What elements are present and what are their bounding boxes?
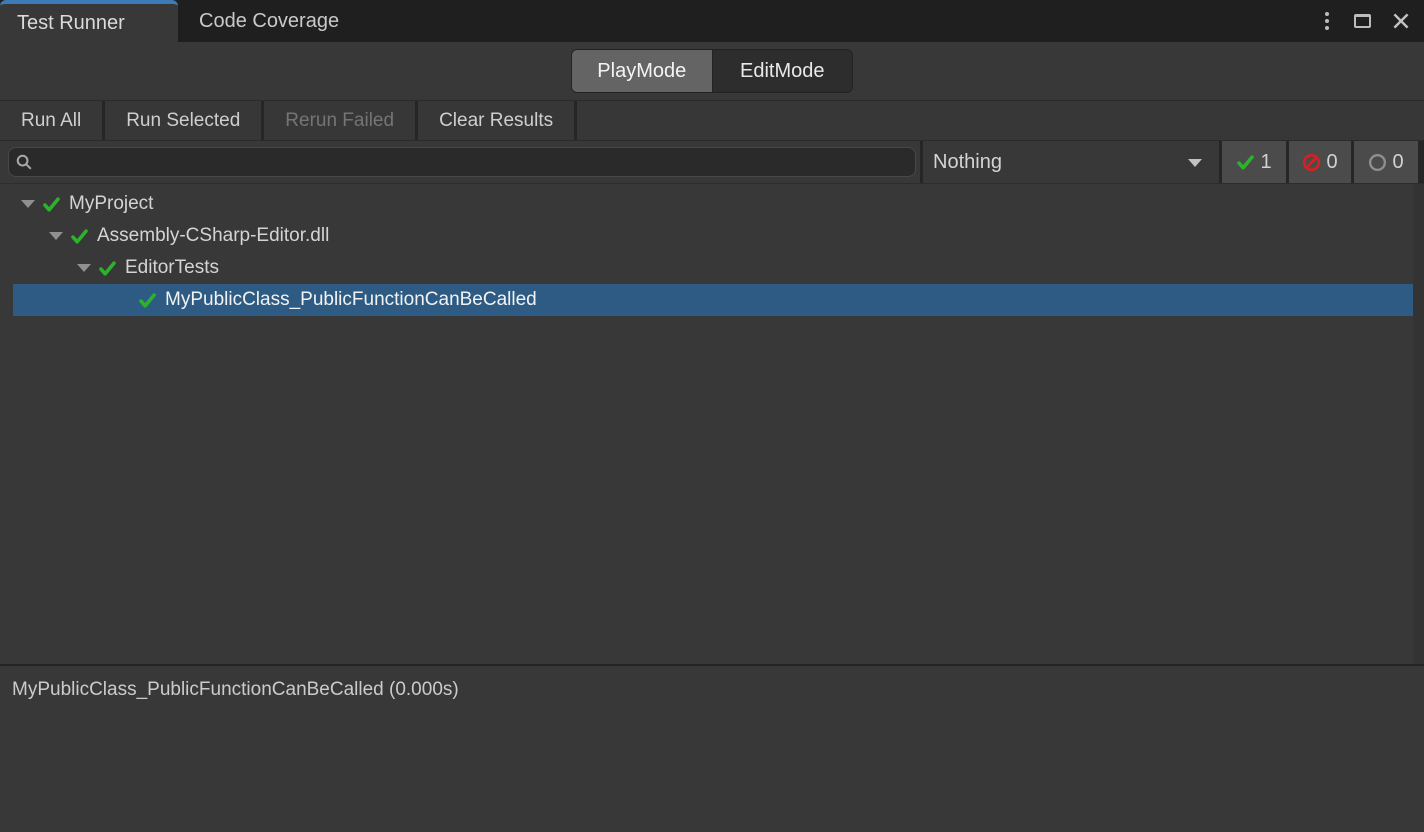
mode-toggle-group: PlayMode EditMode xyxy=(571,49,853,93)
run-toolbar: Run All Run Selected Rerun Failed Clear … xyxy=(0,100,1424,141)
test-result-summary: MyPublicClass_PublicFunctionCanBeCalled … xyxy=(12,679,1412,701)
toolbar-divider xyxy=(574,101,577,140)
tab-test-runner[interactable]: Test Runner xyxy=(0,0,178,42)
run-selected-button[interactable]: Run Selected xyxy=(105,101,261,140)
tree-row-label: Assembly-CSharp-Editor.dll xyxy=(97,225,329,247)
passed-check-icon xyxy=(138,291,157,310)
foldout-triangle-icon[interactable] xyxy=(45,232,70,240)
tab-code-coverage[interactable]: Code Coverage xyxy=(178,0,388,42)
gray-circle-icon xyxy=(1368,153,1387,172)
red-no-entry-icon xyxy=(1302,153,1321,172)
playmode-button[interactable]: PlayMode xyxy=(572,50,712,92)
tree-row-label: EditorTests xyxy=(125,257,219,279)
rerun-failed-button: Rerun Failed xyxy=(264,101,415,140)
not-run-count: 0 xyxy=(1392,151,1403,174)
tree-row-assembly[interactable]: Assembly-CSharp-Editor.dll xyxy=(13,220,1413,252)
result-counters: 1 0 0 xyxy=(1222,141,1424,183)
search-input[interactable] xyxy=(8,147,916,177)
editmode-label: EditMode xyxy=(740,60,825,83)
foldout-triangle-icon[interactable] xyxy=(73,264,98,272)
passed-filter-toggle[interactable]: 1 xyxy=(1222,141,1286,183)
maximize-icon[interactable] xyxy=(1354,14,1371,28)
tree-row-myproject[interactable]: MyProject xyxy=(13,188,1413,220)
window-controls xyxy=(1319,0,1412,42)
passed-check-icon xyxy=(42,195,61,214)
category-filter-value: Nothing xyxy=(933,151,1002,174)
run-all-button[interactable]: Run All xyxy=(0,101,102,140)
kebab-menu-icon[interactable] xyxy=(1319,8,1335,34)
tree-row-label: MyPublicClass_PublicFunctionCanBeCalled xyxy=(165,289,537,311)
tree-row-label: MyProject xyxy=(69,193,153,215)
passed-check-icon xyxy=(98,259,117,278)
foldout-triangle-icon[interactable] xyxy=(17,200,42,208)
tab-code-coverage-label: Code Coverage xyxy=(199,10,339,33)
playmode-label: PlayMode xyxy=(597,60,686,83)
test-tree: MyProject Assembly-CSharp-Editor.dll Edi… xyxy=(13,188,1413,316)
not-run-filter-toggle[interactable]: 0 xyxy=(1354,141,1418,183)
test-tree-panel: MyProject Assembly-CSharp-Editor.dll Edi… xyxy=(0,184,1424,664)
filter-row: Nothing 1 0 0 xyxy=(0,141,1424,184)
window-tab-bar: Test Runner Code Coverage xyxy=(0,0,1424,42)
mode-toggle-row: PlayMode EditMode xyxy=(0,42,1424,100)
tree-row-editortests[interactable]: EditorTests xyxy=(13,252,1413,284)
test-detail-panel: MyPublicClass_PublicFunctionCanBeCalled … xyxy=(0,666,1424,832)
passed-check-icon xyxy=(70,227,89,246)
failed-filter-toggle[interactable]: 0 xyxy=(1289,141,1351,183)
tab-test-runner-label: Test Runner xyxy=(17,12,125,35)
close-icon[interactable] xyxy=(1390,10,1412,32)
tree-row-test-selected[interactable]: MyPublicClass_PublicFunctionCanBeCalled xyxy=(13,284,1413,316)
clear-results-button[interactable]: Clear Results xyxy=(418,101,574,140)
green-check-icon xyxy=(1236,153,1255,172)
passed-count: 1 xyxy=(1260,151,1271,174)
failed-count: 0 xyxy=(1326,151,1337,174)
editmode-button[interactable]: EditMode xyxy=(712,50,853,92)
chevron-down-icon xyxy=(1188,159,1202,167)
category-filter-dropdown[interactable]: Nothing xyxy=(923,141,1219,183)
search-icon xyxy=(15,153,34,172)
